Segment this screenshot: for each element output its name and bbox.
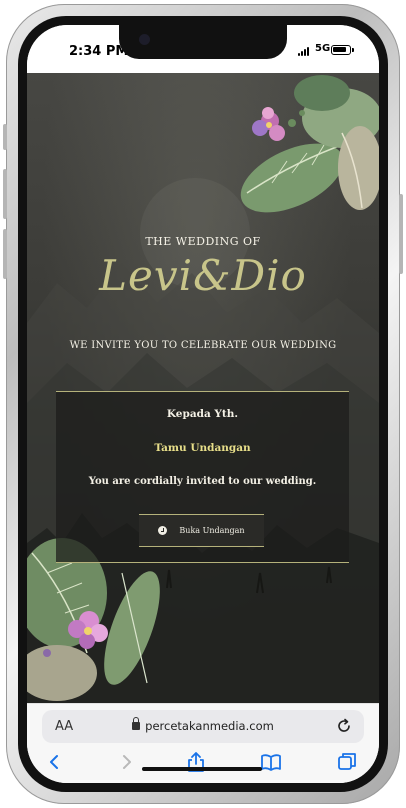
url-text: percetakanmedia.com [145, 719, 274, 733]
couple-names: Levi&Dio [99, 251, 307, 300]
notch [119, 25, 287, 59]
guest-name: Tamu Undangan [154, 442, 251, 454]
safari-browser-bar: AA percetakanmedia.com [27, 703, 379, 783]
front-camera [139, 34, 150, 45]
phone-screen: 2:34 PM 5G THE WEDDING OF Levi&Dio WE IN… [27, 25, 379, 783]
address-bar[interactable]: AA percetakanmedia.com [42, 710, 364, 743]
volume-up-button [3, 169, 7, 219]
wedding-heading: THE WEDDING OF [145, 235, 261, 248]
tabs-icon[interactable] [336, 751, 358, 773]
power-button [399, 194, 403, 274]
phone-bezel: 2:34 PM 5G THE WEDDING OF Levi&Dio WE IN… [18, 16, 388, 792]
battery-icon [331, 45, 354, 55]
network-type: 5G [315, 43, 331, 54]
clock-icon [158, 526, 168, 535]
open-invitation-button[interactable]: Buka Undangan [139, 514, 264, 547]
bookmarks-icon[interactable] [260, 751, 282, 773]
home-indicator[interactable] [142, 767, 262, 771]
volume-down-button [3, 229, 7, 279]
invitation-page[interactable]: THE WEDDING OF Levi&Dio WE INVITE YOU TO… [27, 73, 379, 703]
status-bar: 2:34 PM 5G [27, 25, 379, 73]
forward-icon[interactable] [115, 751, 137, 773]
reload-icon[interactable] [335, 717, 353, 735]
signal-icon [298, 47, 312, 56]
url-display[interactable]: percetakanmedia.com [42, 717, 364, 733]
invitation-message: You are cordially invited to our wedding… [88, 476, 317, 487]
invitation-card: Kepada Yth. Tamu Undangan You are cordia… [56, 391, 349, 563]
phone-frame: 2:34 PM 5G THE WEDDING OF Levi&Dio WE IN… [3, 4, 403, 804]
silent-switch [3, 124, 7, 150]
floral-decoration-top-right [240, 75, 379, 213]
open-invitation-label: Buka Undangan [179, 526, 245, 535]
lock-icon [132, 717, 141, 730]
back-icon[interactable] [44, 751, 66, 773]
salutation: Kepada Yth. [166, 408, 239, 420]
invite-line: WE INVITE YOU TO CELEBRATE OUR WEDDING [69, 340, 337, 351]
browser-toolbar [27, 748, 379, 776]
